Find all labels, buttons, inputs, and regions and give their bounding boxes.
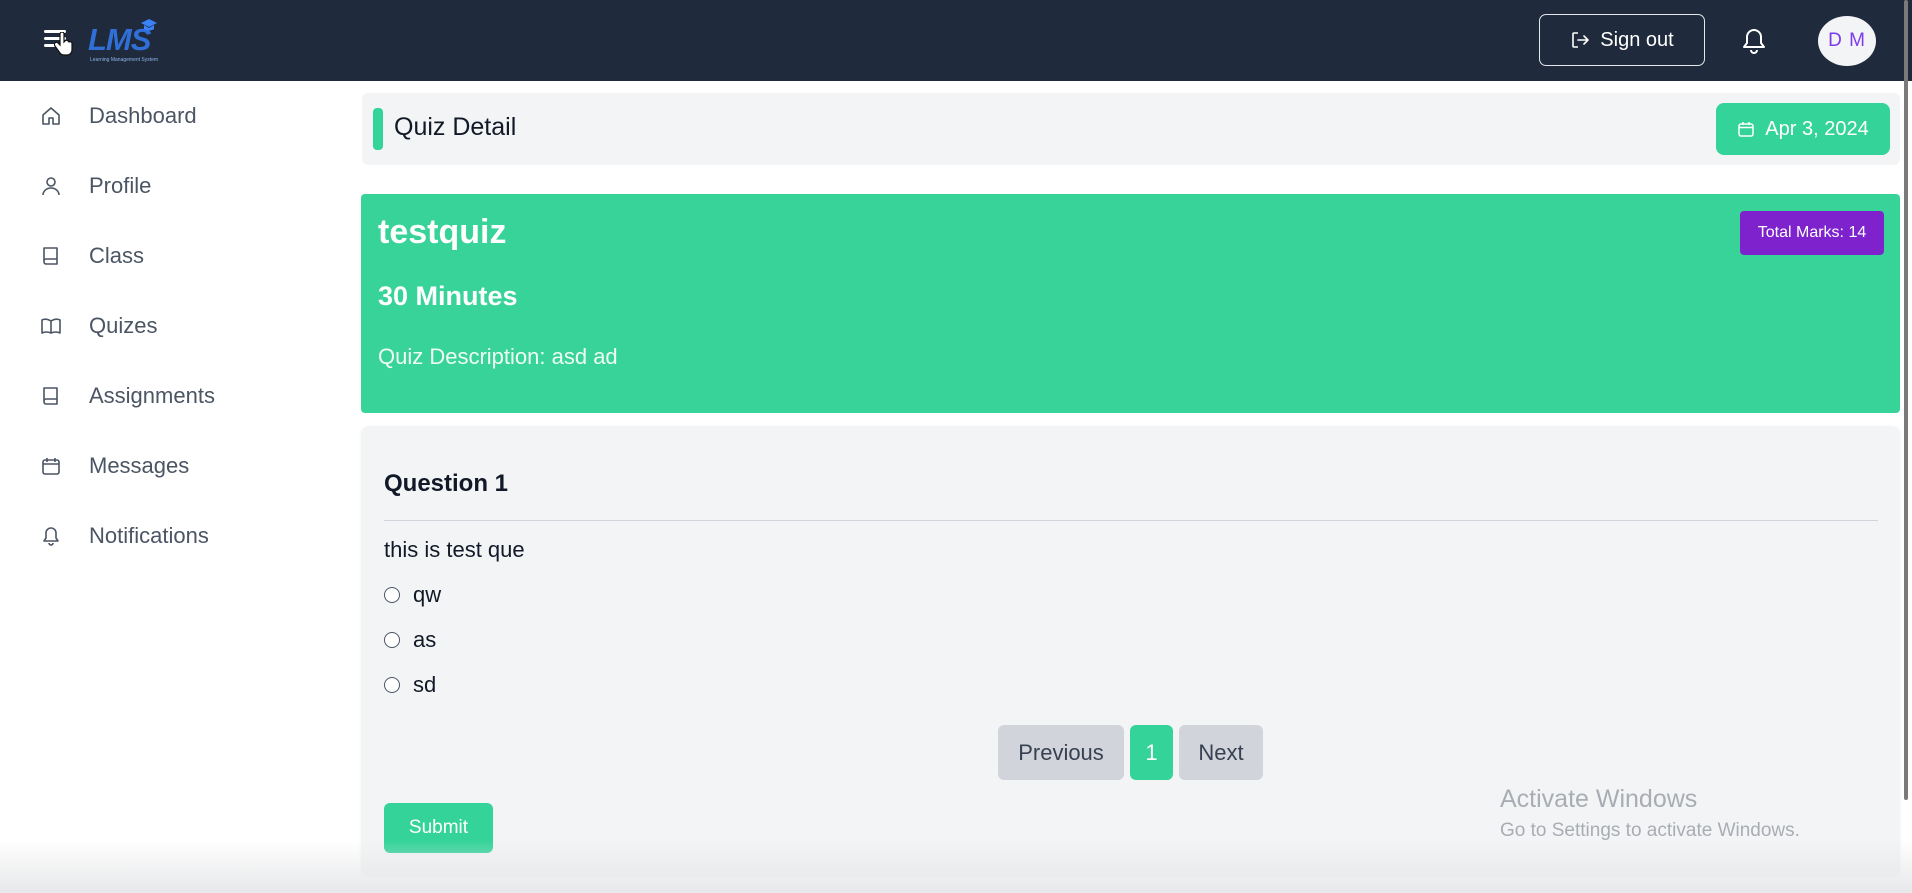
sidebar-item-label: Profile: [89, 173, 152, 198]
sidebar-item-quizes[interactable]: Quizes: [0, 298, 348, 354]
total-marks-badge: Total Marks: 14: [1740, 211, 1884, 255]
sidebar: Dashboard Profile Class Quizes Assignmen…: [0, 81, 348, 893]
radio-button[interactable]: [384, 677, 400, 693]
divider: [384, 520, 1878, 521]
page-header: [362, 93, 1900, 165]
submit-button[interactable]: Submit: [384, 803, 493, 853]
next-page-button[interactable]: Next: [1179, 725, 1263, 780]
quiz-summary-card: [361, 194, 1900, 413]
sign-out-label: Sign out: [1600, 28, 1674, 51]
sidebar-item-label: Messages: [89, 453, 190, 478]
previous-page-button[interactable]: Previous: [998, 725, 1124, 780]
page-number-button[interactable]: 1: [1130, 725, 1173, 780]
sidebar-item-class[interactable]: Class: [0, 228, 348, 284]
question-text: this is test que: [384, 537, 525, 562]
option-label: sd: [413, 672, 437, 697]
question-heading: Question 1: [384, 470, 509, 497]
quiz-title: testquiz: [378, 213, 507, 251]
sign-out-icon: [1572, 32, 1590, 48]
option-label: qw: [413, 582, 442, 607]
header-accent-bar: [373, 108, 383, 150]
sidebar-item-notifications[interactable]: Notifications: [0, 508, 348, 564]
notification-bell-icon[interactable]: [1740, 26, 1768, 56]
radio-button[interactable]: [384, 632, 400, 648]
book-icon: [43, 247, 58, 265]
lms-logo[interactable]: LMS Learning Management System: [86, 18, 160, 64]
user-avatar[interactable]: D M: [1818, 16, 1876, 66]
calendar-icon: [42, 458, 60, 475]
quiz-description: Quiz Description: asd ad: [378, 344, 618, 369]
home-icon: [42, 107, 60, 125]
activation-watermark-subtitle: Go to Settings to activate Windows.: [1500, 820, 1800, 841]
page-title: Quiz Detail: [394, 113, 517, 141]
scrollbar[interactable]: [1904, 0, 1908, 800]
hand-cursor-icon: [54, 32, 73, 56]
logo-subtitle: Learning Management System: [90, 57, 159, 63]
answer-option[interactable]: sd: [384, 670, 436, 700]
user-icon: [42, 177, 60, 196]
bell-icon: [43, 527, 59, 546]
sidebar-item-label: Dashboard: [89, 103, 197, 128]
date-button[interactable]: Apr 3, 2024: [1716, 103, 1890, 155]
open-book-icon: [41, 318, 61, 334]
activation-watermark-title: Activate Windows: [1500, 785, 1698, 813]
sidebar-item-messages[interactable]: Messages: [0, 438, 348, 494]
sidebar-item-label: Assignments: [89, 383, 215, 408]
sign-out-button[interactable]: Sign out: [1539, 14, 1705, 66]
sidebar-item-assignments[interactable]: Assignments: [0, 368, 348, 424]
answer-option[interactable]: qw: [384, 580, 441, 610]
top-navbar: LMS Learning Management System Sign out …: [0, 0, 1912, 81]
option-label: as: [413, 627, 437, 652]
book-icon: [43, 387, 58, 405]
answer-option[interactable]: as: [384, 625, 436, 655]
date-label: Apr 3, 2024: [1765, 117, 1869, 140]
sidebar-item-label: Notifications: [89, 523, 209, 548]
sidebar-item-label: Quizes: [89, 313, 158, 338]
sidebar-item-profile[interactable]: Profile: [0, 158, 348, 214]
quiz-duration: 30 Minutes: [378, 281, 518, 311]
calendar-icon: [1738, 122, 1755, 137]
menu-toggle-button[interactable]: [40, 26, 74, 56]
graduation-cap-icon: [141, 19, 157, 31]
sidebar-item-label: Class: [89, 243, 145, 268]
radio-button[interactable]: [384, 587, 400, 603]
sidebar-item-dashboard[interactable]: Dashboard: [0, 88, 348, 144]
